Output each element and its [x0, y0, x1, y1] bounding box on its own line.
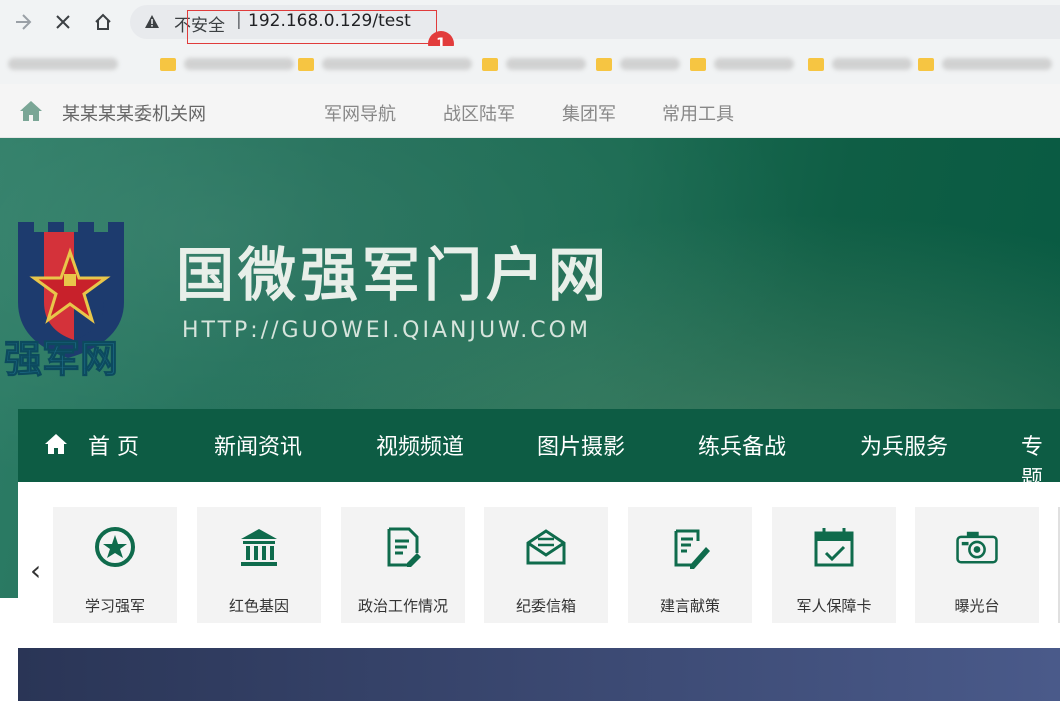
camera-icon — [956, 531, 998, 564]
main-nav: 首 页 新闻资讯 视频频道 图片摄影 练兵备战 为兵服务 专题 — [18, 409, 1060, 492]
quicklink-card[interactable]: 曝光台 — [915, 507, 1039, 623]
nav-photo[interactable]: 图片摄影 — [537, 429, 625, 461]
folder-icon — [596, 57, 612, 71]
bookmark-folder[interactable] — [690, 54, 794, 74]
nav-home[interactable]: 首 页 — [88, 429, 139, 461]
brand-title: 国微强军门户网 — [176, 241, 611, 309]
toplink-zqlj[interactable]: 战区陆军 — [443, 100, 515, 126]
browser-toolbar: 不安全 | 192.168.0.129/test 1 — [0, 0, 1060, 57]
site-logo[interactable]: 强军网 — [4, 214, 144, 384]
toplink-jwdh[interactable]: 军网导航 — [324, 100, 396, 126]
back-arrow-icon[interactable] — [10, 9, 36, 35]
home-icon[interactable] — [44, 432, 68, 456]
folder-icon — [918, 57, 934, 71]
nav-video[interactable]: 视频频道 — [376, 429, 464, 461]
army-badge-icon — [95, 527, 135, 567]
quicklinks: ‹ 学习强军 红色基因 政治工作情况 纪委信箱 建言献策 军人保障卡 曝光台 — [18, 482, 1060, 648]
quicklink-label: 曝光台 — [954, 597, 1000, 615]
quicklink-card[interactable]: 军人保障卡 — [772, 507, 896, 623]
logo-text: 强军网 — [4, 337, 118, 381]
quicklink-card[interactable]: 红色基因 — [197, 507, 321, 623]
bookmark-folder[interactable] — [482, 54, 586, 74]
building-icon — [241, 529, 277, 566]
home-icon[interactable] — [18, 98, 44, 124]
bookmark-folder[interactable] — [808, 54, 912, 74]
bookmark-folder[interactable] — [918, 54, 1052, 74]
quicklink-label: 学习强军 — [84, 597, 145, 615]
folder-icon — [690, 57, 706, 71]
toplink-cygj[interactable]: 常用工具 — [662, 100, 734, 126]
folder-icon — [160, 57, 176, 71]
document-edit-icon — [387, 527, 421, 567]
site-title[interactable]: 某某某某委机关网 — [62, 100, 206, 126]
quicklink-card[interactable]: 学习强军 — [53, 507, 177, 623]
quicklink-label: 建言献策 — [659, 597, 720, 615]
nav-service[interactable]: 为兵服务 — [860, 429, 948, 461]
annotation-box — [187, 10, 437, 44]
brand-url: HTTP://GUOWEI.QIANJUW.COM — [182, 318, 591, 343]
nav-training[interactable]: 练兵备战 — [698, 429, 786, 461]
bookmark-folder[interactable] — [298, 54, 472, 74]
stop-icon[interactable] — [50, 9, 76, 35]
folder-icon — [482, 57, 498, 71]
site-top-bar: 某某某某委机关网 军网导航 战区陆军 集团军 常用工具 — [0, 84, 1060, 138]
toplink-jtj[interactable]: 集团军 — [562, 100, 616, 126]
bookmark-item[interactable] — [8, 54, 118, 74]
bookmark-folder[interactable] — [160, 54, 294, 74]
folder-icon — [298, 57, 314, 71]
pen-paper-icon — [674, 529, 710, 569]
mail-icon — [526, 529, 566, 565]
calendar-check-icon — [814, 528, 854, 567]
quicklink-label: 红色基因 — [228, 597, 289, 615]
folder-icon — [808, 57, 824, 71]
bottom-banner — [18, 648, 1060, 701]
quicklink-label: 纪委信箱 — [515, 597, 576, 615]
quicklink-card[interactable]: 建言献策 — [628, 507, 752, 623]
home-icon[interactable] — [90, 9, 116, 35]
nav-news[interactable]: 新闻资讯 — [214, 429, 302, 461]
prev-arrow-icon[interactable]: ‹ — [30, 554, 41, 587]
bookmark-folder[interactable] — [596, 54, 680, 74]
quicklink-label: 政治工作情况 — [357, 597, 448, 615]
quicklink-card[interactable]: 政治工作情况 — [341, 507, 465, 623]
warning-icon[interactable] — [144, 14, 160, 30]
bookmarks-bar — [0, 46, 1060, 84]
quicklink-label: 军人保障卡 — [796, 597, 872, 615]
quicklink-card[interactable]: 纪委信箱 — [484, 507, 608, 623]
